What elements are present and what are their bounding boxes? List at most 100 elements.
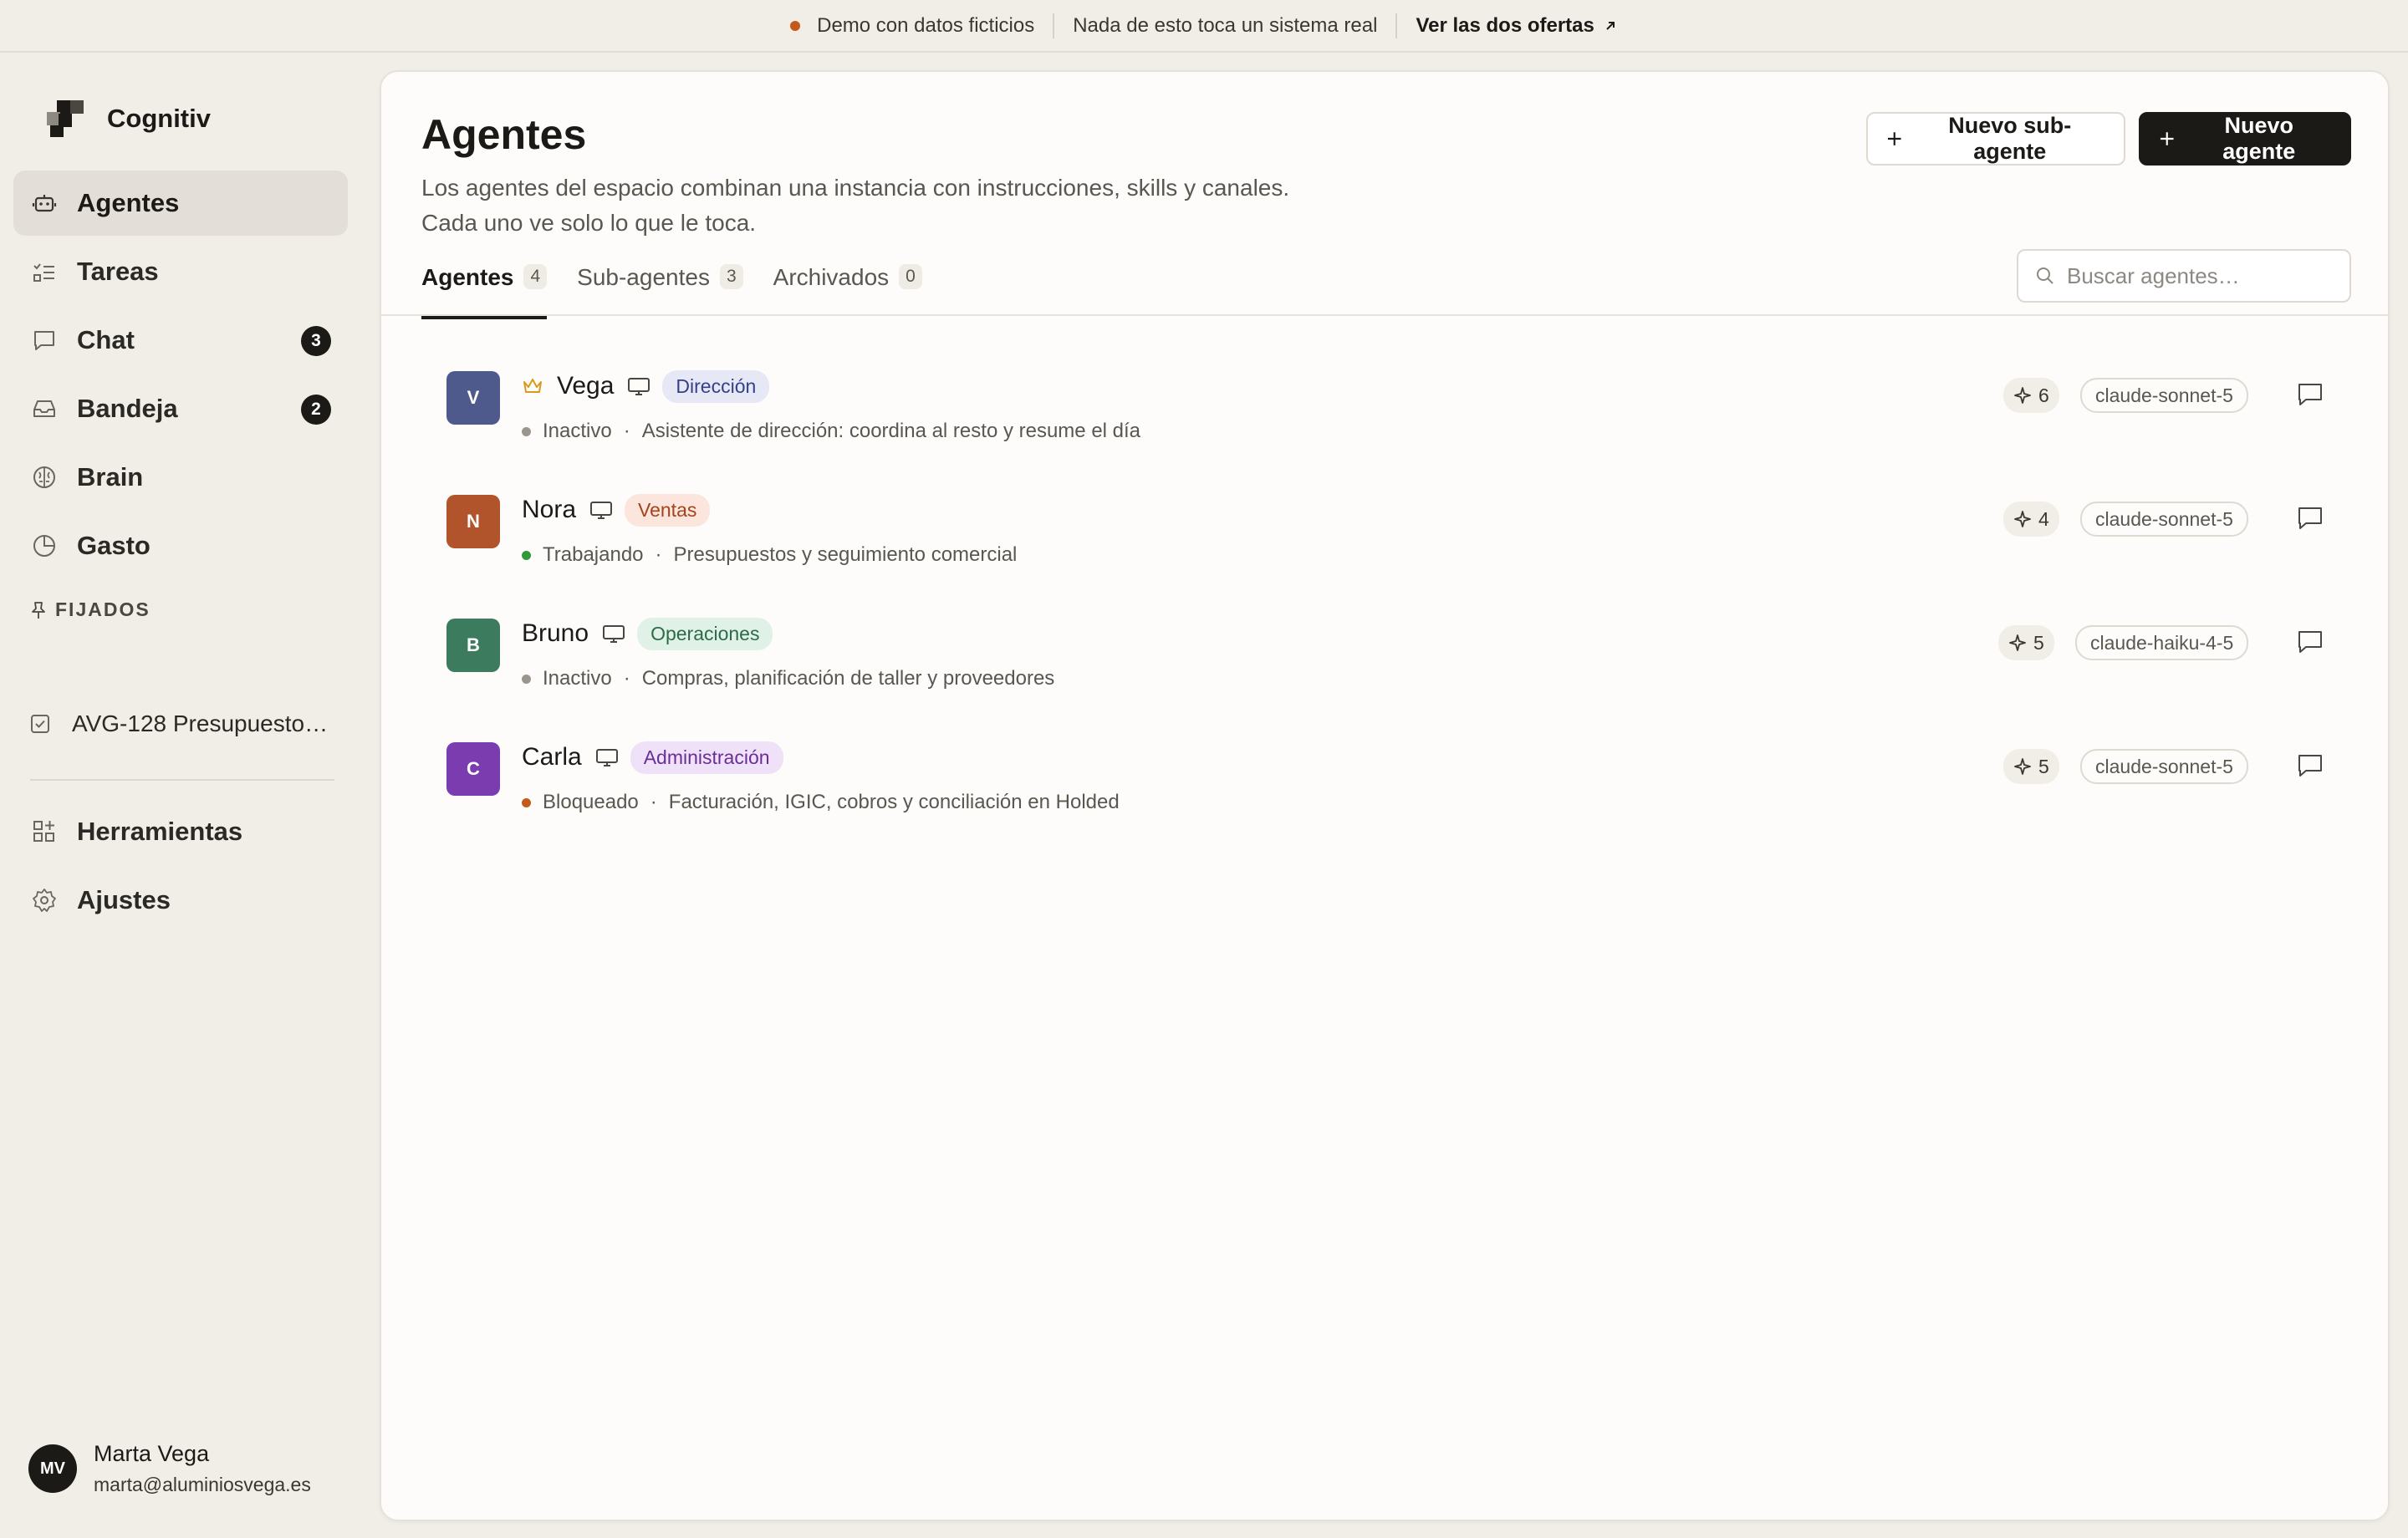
main-nav: Agentes Tareas Chat 3 Bandeja 2 Brain Ga…	[13, 171, 348, 582]
offers-link[interactable]: Ver las dos ofertas	[1416, 14, 1617, 38]
pinned-section-title: FIJADOS	[30, 598, 150, 621]
pinned-item[interactable]: AVG-128 Presupuesto…	[30, 710, 339, 737]
agent-description: Presupuestos y seguimiento comercial	[673, 543, 1018, 566]
new-sub-agent-button[interactable]: Nuevo sub-agente	[1866, 112, 2125, 166]
sparkle-icon	[2014, 758, 2031, 775]
sidebar-item-agentes[interactable]: Agentes	[13, 171, 348, 236]
agent-avatar: N	[446, 495, 500, 548]
sparkle-icon	[2009, 634, 2026, 651]
sidebar-item-label: Tareas	[77, 257, 159, 286]
plus-icon	[1887, 132, 1901, 145]
monitor-icon	[589, 500, 613, 520]
inbox-icon	[30, 395, 59, 423]
separator-dot: ·	[623, 420, 630, 442]
model-badge: claude-sonnet-5	[2080, 378, 2248, 413]
agent-avatar: C	[446, 742, 500, 796]
agent-tabs: Agentes 4 Sub-agentes 3 Archivados 0	[421, 261, 952, 319]
inbox-unread-badge: 2	[301, 395, 331, 425]
sidebar-item-tareas[interactable]: Tareas	[13, 239, 348, 304]
chat-unread-badge: 3	[301, 326, 331, 356]
sidebar-item-herramientas[interactable]: Herramientas	[13, 799, 348, 864]
brand-name: Cognitiv	[107, 104, 211, 133]
status-dot	[522, 674, 531, 684]
agent-description: Asistente de dirección: coordina al rest…	[641, 420, 1141, 442]
agent-area-tag: Ventas	[625, 493, 711, 527]
model-badge: claude-haiku-4-5	[2075, 625, 2249, 660]
sidebar-item-label: Herramientas	[77, 817, 243, 846]
sidebar-item-ajustes[interactable]: Ajustes	[13, 868, 348, 933]
cognitiv-logo-icon	[47, 100, 84, 137]
demo-banner: Demo con datos ficticios Nada de esto to…	[0, 0, 2408, 53]
pin-icon	[32, 601, 45, 619]
tab-agentes[interactable]: Agentes 4	[421, 261, 548, 319]
chat-icon[interactable]	[2296, 505, 2324, 532]
skills-count: 5	[1998, 625, 2054, 660]
agent-row[interactable]: V Vega Dirección Inactivo · Asistente de…	[381, 348, 2388, 471]
agent-area-tag: Operaciones	[637, 617, 773, 650]
pinned-title: FIJADOS	[55, 598, 150, 620]
chat-icon[interactable]	[2296, 629, 2324, 655]
offers-link-label: Ver las dos ofertas	[1416, 13, 1594, 37]
skills-count-value: 6	[2038, 384, 2049, 406]
sidebar-item-gasto[interactable]: Gasto	[13, 513, 348, 578]
banner-separator	[1395, 13, 1398, 38]
tabs-divider	[381, 314, 2388, 316]
tab-count: 4	[523, 264, 548, 289]
agent-name: Nora	[522, 496, 577, 523]
tab-label: Archivados	[773, 264, 890, 290]
banner-note: Nada de esto toca un sistema real	[1073, 13, 1378, 37]
arrow-up-right-icon	[1606, 21, 1615, 30]
sidebar-item-label: Brain	[77, 462, 144, 491]
agent-name: Bruno	[522, 619, 589, 647]
demo-dot	[790, 20, 801, 31]
tab-count: 0	[899, 264, 922, 289]
sidebar-item-bandeja[interactable]: Bandeja 2	[13, 376, 348, 441]
banner-separator	[1053, 13, 1055, 38]
sidebar: Cognitiv Agentes Tareas Chat 3 Bandeja 2…	[0, 53, 368, 1538]
agent-status: Trabajando	[543, 543, 644, 566]
brain-icon	[30, 463, 59, 491]
status-dot	[522, 426, 531, 436]
brand[interactable]: Cognitiv	[47, 100, 211, 137]
skills-count: 5	[2003, 749, 2059, 784]
skills-count: 4	[2003, 502, 2059, 537]
chat-icon	[30, 326, 59, 354]
tab-label: Agentes	[421, 264, 514, 290]
tab-archivados[interactable]: Archivados 0	[773, 261, 922, 319]
agent-avatar: B	[446, 619, 500, 672]
user-profile[interactable]: MV Marta Vega marta@aluminiosvega.es	[28, 1441, 311, 1496]
page-title: Agentes	[421, 111, 587, 158]
agent-row[interactable]: N Nora Ventas Trabajando · Presupuestos …	[381, 471, 2388, 595]
tab-sub-agentes[interactable]: Sub-agentes 3	[577, 261, 743, 319]
user-email: marta@aluminiosvega.es	[94, 1474, 311, 1495]
agent-row[interactable]: C Carla Administración Bloqueado · Factu…	[381, 719, 2388, 843]
tab-label: Sub-agentes	[577, 264, 710, 290]
checkbox-icon	[31, 715, 49, 733]
agent-avatar: V	[446, 371, 500, 425]
agent-status: Inactivo	[543, 667, 612, 690]
agent-row[interactable]: B Bruno Operaciones Inactivo · Compras, …	[381, 595, 2388, 719]
new-sub-agent-label: Nuevo sub-agente	[1948, 113, 2072, 164]
bot-icon	[30, 189, 59, 217]
new-agent-button[interactable]: Nuevo agente	[2139, 112, 2351, 166]
agent-list: V Vega Dirección Inactivo · Asistente de…	[381, 348, 2388, 843]
search-box[interactable]	[2017, 249, 2351, 303]
search-input[interactable]	[2067, 262, 2334, 289]
agent-name: Carla	[522, 743, 582, 771]
sidebar-item-chat[interactable]: Chat 3	[13, 308, 348, 373]
status-dot	[522, 797, 531, 807]
agent-name: Vega	[557, 372, 615, 400]
demo-text: Demo con datos ficticios	[817, 13, 1035, 37]
separator-dot: ·	[623, 667, 630, 690]
sidebar-item-brain[interactable]: Brain	[13, 445, 348, 510]
monitor-icon	[595, 747, 619, 767]
checklist-icon	[30, 257, 59, 286]
chat-icon[interactable]	[2296, 381, 2324, 408]
pinned-item-label: AVG-128 Presupuesto…	[72, 710, 329, 736]
monitor-icon	[602, 624, 625, 644]
separator-dot: ·	[655, 543, 662, 566]
page-description-line: Cada uno ve solo lo que le toca.	[421, 210, 757, 236]
user-name: Marta Vega	[94, 1441, 210, 1466]
chat-icon[interactable]	[2296, 752, 2324, 779]
new-agent-label: Nuevo agente	[2222, 113, 2296, 164]
